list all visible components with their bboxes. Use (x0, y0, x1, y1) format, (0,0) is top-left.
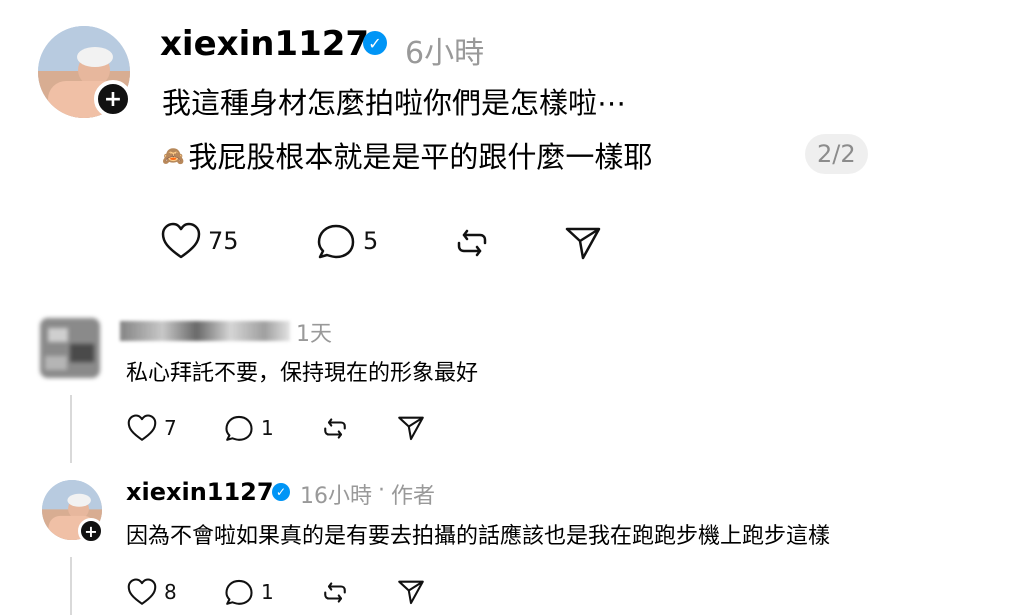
reply-count: 5 (363, 227, 379, 255)
comment2-reply-count: 1 (261, 580, 274, 604)
comment2-like-count: 8 (164, 580, 177, 604)
comment1-repost-button[interactable] (320, 415, 350, 442)
main-post-text-line1: 我這種身材怎麼拍啦你們是怎樣啦⋯ (162, 86, 627, 120)
verified-icon: ✓ (272, 483, 290, 501)
follow-plus-icon[interactable]: + (78, 518, 104, 544)
comment2-time[interactable]: 16小時 (300, 478, 372, 510)
comment1-like-count: 7 (164, 416, 177, 440)
main-post-text-line2: 🙈 我屁股根本就是是平的跟什麼一樣耶 (162, 136, 652, 178)
repost-icon (457, 229, 487, 257)
share-button[interactable] (563, 224, 603, 262)
comment2-username[interactable]: xiexin1127 (126, 478, 274, 506)
repost-icon (324, 418, 346, 439)
comment1-avatar[interactable] (40, 318, 100, 378)
author-tag: 作者 (391, 484, 436, 509)
repost-icon (324, 582, 346, 603)
verified-icon: ✓ (363, 31, 387, 55)
comment2-share-button[interactable] (396, 578, 426, 606)
comment1-share-button[interactable] (396, 414, 426, 442)
comment2-text: 因為不會啦如果真的是有要去拍攝的話應該也是我在跑跑步機上跑步這樣 (126, 524, 831, 549)
comment2-meta: 16小時 · 作者 (300, 478, 435, 510)
heart-icon (127, 414, 157, 441)
heart-icon (127, 578, 157, 605)
comment-icon (225, 415, 253, 441)
like-button[interactable]: 75 (160, 222, 239, 260)
comment1-reply-count: 1 (261, 416, 274, 440)
follow-plus-icon[interactable]: + (94, 80, 132, 118)
comment2-like-button[interactable]: 8 (126, 578, 177, 606)
send-icon (398, 416, 424, 441)
like-count: 75 (208, 227, 239, 255)
thread-line (70, 395, 72, 463)
comment2-repost-button[interactable] (320, 579, 350, 606)
repost-button[interactable] (452, 225, 492, 261)
send-icon (398, 580, 424, 605)
comment-icon (225, 579, 253, 605)
emoji-glyph: 🙈 (162, 146, 185, 167)
blurred-avatar-photo (40, 318, 100, 378)
reply-button[interactable]: 5 (315, 222, 378, 260)
comment1-time[interactable]: 1天 (296, 316, 332, 348)
comment1-like-button[interactable]: 7 (126, 414, 177, 442)
comment2-reply-button[interactable]: 1 (223, 578, 274, 606)
comment1-text: 私心拜託不要，保持現在的形象最好 (126, 361, 479, 386)
blurred-username[interactable] (120, 321, 290, 341)
page-indicator-pill[interactable]: 2/2 (805, 134, 868, 174)
heart-icon (161, 222, 201, 259)
thread-line (70, 557, 72, 615)
main-post-text-line2-content: 我屁股根本就是是平的跟什麼一樣耶 (188, 140, 653, 174)
main-post-time[interactable]: 6小時 (405, 28, 484, 72)
comment-icon (317, 224, 355, 259)
comment1-reply-button[interactable]: 1 (223, 414, 274, 442)
main-username[interactable]: xiexin1127 (160, 24, 369, 64)
meta-separator: · (378, 478, 385, 503)
send-icon (565, 227, 601, 260)
